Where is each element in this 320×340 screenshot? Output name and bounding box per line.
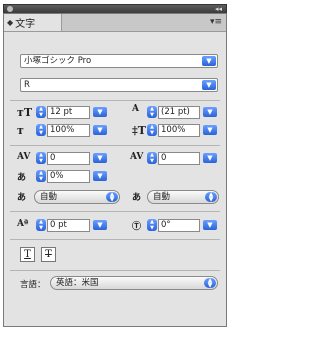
rotation-value: 0° xyxy=(161,220,171,230)
kerning-value: 0 xyxy=(50,153,56,163)
kerning-input[interactable]: 0 xyxy=(47,152,90,165)
leading-stepper[interactable]: ▲ ▼ xyxy=(147,106,157,118)
leading-input[interactable]: (21 pt) xyxy=(158,106,200,119)
horizontal-scale-input[interactable]: 100% xyxy=(158,124,200,137)
divider xyxy=(10,145,220,146)
close-icon[interactable] xyxy=(7,6,13,12)
aki-left-select[interactable]: 自動 ▲ ▼ xyxy=(34,190,120,204)
horizontal-scale-icon: ‡T xyxy=(132,124,146,137)
tab-character-label: 文字 xyxy=(15,19,36,30)
aki-right-select[interactable]: 自動 ▲ ▼ xyxy=(147,190,219,204)
kerning-icon: AV xyxy=(17,152,31,162)
baseline-shift-input[interactable]: 0 pt xyxy=(47,219,90,232)
font-family-select[interactable]: 小塚ゴシック Pro ▼ xyxy=(20,54,218,68)
horizontal-scale-stepper[interactable]: ▲ ▼ xyxy=(147,124,157,136)
underline-button[interactable]: T xyxy=(20,247,35,262)
divider xyxy=(10,100,220,101)
vertical-scale-icon: ᴛ xyxy=(17,124,24,137)
rotation-input[interactable]: 0° xyxy=(158,219,200,232)
panel-tab-row: ◆ 文字 ▾≡ xyxy=(4,14,226,32)
tsume-icon: あ xyxy=(17,173,27,183)
chevron-down-icon[interactable]: ▼ xyxy=(203,220,217,230)
aki-left-icon: あ xyxy=(17,193,27,203)
chevron-down-icon[interactable]: ▼ xyxy=(203,125,217,135)
horizontal-scale-value: 100% xyxy=(161,125,186,135)
font-size-value: 12 pt xyxy=(50,107,73,117)
aki-right-value: 自動 xyxy=(153,192,171,202)
language-value: 英語：米国 xyxy=(56,278,99,288)
updown-icon[interactable]: ▲ ▼ xyxy=(204,278,216,289)
tracking-stepper[interactable]: ▲ ▼ xyxy=(147,152,157,164)
font-style-value: R xyxy=(24,80,30,90)
tsume-stepper[interactable]: ▲ ▼ xyxy=(36,170,46,182)
language-select[interactable]: 英語：米国 ▲ ▼ xyxy=(50,276,218,290)
chevron-down-icon[interactable]: ▼ xyxy=(203,153,217,163)
tsume-value: 0% xyxy=(50,171,64,181)
tab-toggle-icon[interactable]: ◆ xyxy=(7,18,13,27)
aki-right-icon: あ xyxy=(132,193,142,203)
divider xyxy=(10,211,220,212)
baseline-shift-value: 0 pt xyxy=(50,220,67,230)
baseline-shift-stepper[interactable]: ▲ ▼ xyxy=(36,219,46,231)
baseline-shift-icon: Aª xyxy=(17,219,29,229)
tab-character[interactable]: ◆ 文字 xyxy=(4,14,62,31)
chevron-down-icon[interactable]: ▼ xyxy=(93,171,107,181)
chevron-down-icon[interactable]: ▼ xyxy=(93,220,107,230)
divider xyxy=(10,270,220,271)
strikethrough-button[interactable]: T xyxy=(41,247,56,262)
chevron-down-icon[interactable]: ▼ xyxy=(202,80,216,90)
collapse-icon[interactable]: ◂◂ xyxy=(215,5,222,13)
font-size-input[interactable]: 12 pt xyxy=(47,106,90,119)
font-size-icon: ᴛT xyxy=(17,106,33,119)
leading-value: (21 pt) xyxy=(161,107,190,117)
updown-icon[interactable]: ▲ ▼ xyxy=(106,192,118,203)
panel-menu-icon[interactable]: ▾≡ xyxy=(210,17,222,27)
kerning-stepper[interactable]: ▲ ▼ xyxy=(36,152,46,164)
vertical-scale-input[interactable]: 100% xyxy=(47,124,90,137)
tracking-value: 0 xyxy=(161,153,167,163)
font-family-value: 小塚ゴシック Pro xyxy=(24,56,92,66)
vertical-scale-value: 100% xyxy=(50,125,75,135)
chevron-down-icon[interactable]: ▼ xyxy=(93,153,107,163)
font-style-select[interactable]: R ▼ xyxy=(20,78,218,92)
chevron-down-icon[interactable]: ▼ xyxy=(93,107,107,117)
vertical-scale-stepper[interactable]: ▲ ▼ xyxy=(36,124,46,136)
tracking-icon: AV xyxy=(130,152,144,162)
font-size-stepper[interactable]: ▲ ▼ xyxy=(36,106,46,118)
rotation-icon: Ⓣ xyxy=(132,222,142,232)
chevron-down-icon[interactable]: ▼ xyxy=(93,125,107,135)
tracking-input[interactable]: 0 xyxy=(158,152,200,165)
rotation-stepper[interactable]: ▲ ▼ xyxy=(147,219,157,231)
tsume-input[interactable]: 0% xyxy=(47,170,90,183)
character-panel: ◆ 文字 ▾≡ 小塚ゴシック Pro ▼ R ▼ ᴛT ▲ ▼ 12 pt ▼ A… xyxy=(3,13,227,327)
leading-icon: A xyxy=(132,104,139,114)
updown-icon[interactable]: ▲ ▼ xyxy=(205,192,217,203)
language-label: 言語： xyxy=(20,280,46,290)
chevron-down-icon[interactable]: ▼ xyxy=(202,56,216,66)
aki-left-value: 自動 xyxy=(40,192,58,202)
chevron-down-icon[interactable]: ▼ xyxy=(203,107,217,117)
divider xyxy=(10,239,220,240)
